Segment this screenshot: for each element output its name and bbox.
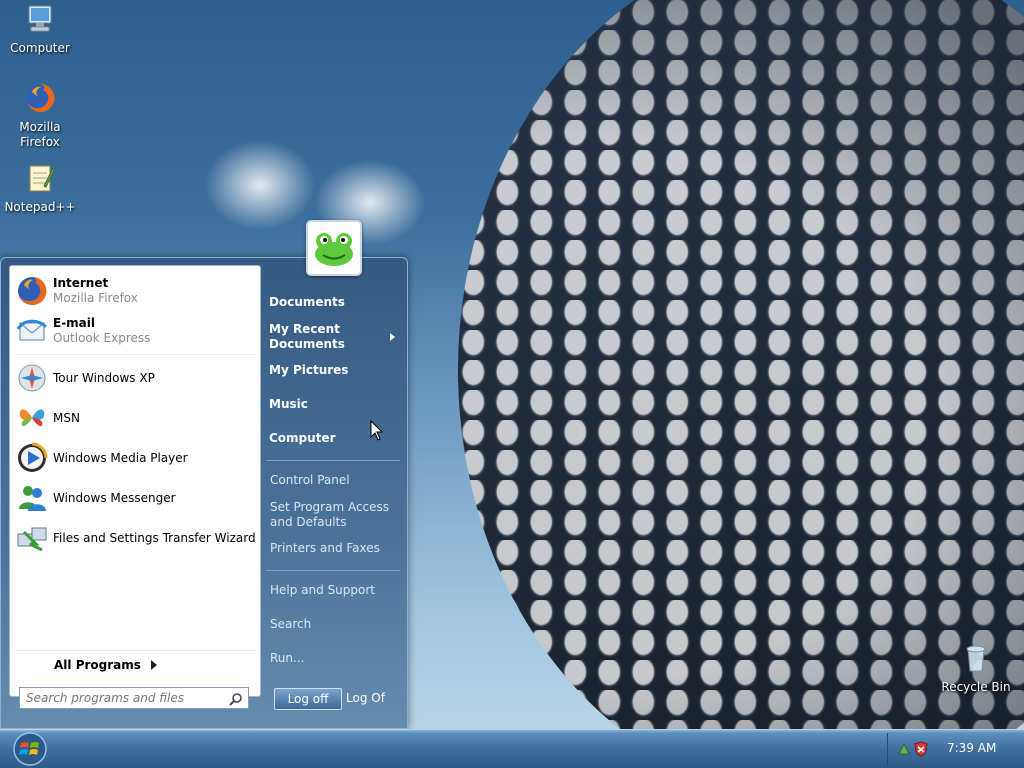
start-link-search[interactable]: Search — [270, 617, 311, 632]
search-input[interactable] — [26, 691, 226, 705]
messenger-icon — [19, 486, 46, 511]
start-link-my-pictures[interactable]: My Pictures — [269, 363, 348, 378]
start-link-label: and Defaults — [270, 515, 347, 529]
start-item-label: E-mail — [53, 316, 96, 330]
log-off-label[interactable]: Log Of — [346, 691, 385, 705]
transfer-wizard-icon — [17, 527, 47, 552]
divider — [266, 460, 400, 461]
start-item-transfer-wizard[interactable]: Files and Settings Transfer Wizard — [16, 520, 256, 556]
start-item-label: Files and Settings Transfer Wizard — [53, 530, 256, 545]
start-item-sublabel: Mozilla Firefox — [53, 291, 138, 305]
firefox-icon — [26, 83, 55, 112]
wallpaper-shade — [458, 0, 1024, 729]
start-item-email[interactable]: E-mail Outlook Express — [16, 313, 256, 349]
start-link-label: Documents — [269, 337, 345, 351]
start-link-set-program-access[interactable]: Set Program Access and Defaults — [270, 500, 389, 530]
desktop-icon-label: Recycle Bin — [941, 680, 1011, 694]
all-programs-button[interactable]: All Programs — [16, 650, 256, 678]
arrow-right-icon — [150, 659, 157, 670]
start-link-printers-faxes[interactable]: Printers and Faxes — [270, 541, 380, 556]
log-off-button[interactable]: Log off — [274, 688, 342, 710]
desktop-icon-label: Computer — [10, 41, 70, 55]
outlook-express-icon — [16, 319, 48, 341]
divider — [266, 570, 400, 571]
search-programs-field[interactable] — [19, 687, 249, 709]
start-item-label: Windows Media Player — [53, 450, 188, 465]
firefox-icon — [18, 276, 47, 305]
msn-butterfly-icon — [19, 409, 45, 427]
taskbar-clock[interactable]: 7:39 AM — [947, 741, 996, 755]
taskbar — [0, 729, 1024, 768]
search-icon — [229, 693, 242, 706]
media-player-icon — [18, 442, 48, 472]
start-item-media-player[interactable]: Windows Media Player — [16, 440, 256, 476]
start-link-help-support[interactable]: Help and Support — [270, 583, 375, 598]
cloud — [205, 140, 315, 230]
desktop-icon-label: Mozilla Firefox — [19, 120, 61, 149]
start-item-label: MSN — [53, 410, 80, 425]
computer-icon — [28, 5, 52, 32]
tour-icon — [18, 364, 46, 392]
start-link-computer[interactable]: Computer — [269, 431, 335, 446]
desktop-icon-computer[interactable]: Computer — [0, 3, 80, 56]
start-menu: Internet Mozilla Firefox E-mail Outlook … — [0, 257, 408, 729]
start-item-sublabel: Outlook Express — [53, 331, 151, 345]
mouse-pointer-icon — [370, 420, 384, 441]
desktop-icon-label: Notepad++ — [4, 200, 76, 214]
start-link-my-recent-documents[interactable]: My Recent Documents — [269, 322, 345, 352]
desktop-icon-firefox[interactable]: Mozilla Firefox — [0, 82, 80, 150]
start-item-internet[interactable]: Internet Mozilla Firefox — [16, 273, 256, 309]
network-icon[interactable] — [897, 742, 911, 756]
start-item-msn[interactable]: MSN — [16, 400, 256, 436]
desktop-icon-recycle-bin[interactable]: Recycle Bin — [936, 642, 1016, 695]
all-programs-label: All Programs — [54, 657, 141, 672]
start-link-documents[interactable]: Documents — [269, 295, 345, 310]
start-link-label: My Recent — [269, 322, 340, 336]
start-link-music[interactable]: Music — [269, 397, 308, 412]
user-picture[interactable] — [306, 220, 362, 276]
arrow-right-icon — [390, 333, 395, 341]
security-shield-icon[interactable] — [914, 741, 928, 757]
recycle-bin-icon — [966, 645, 986, 672]
divider — [16, 354, 256, 355]
start-item-label: Tour Windows XP — [53, 370, 155, 385]
start-item-tour-windows[interactable]: Tour Windows XP — [16, 360, 256, 396]
notepad-icon — [29, 165, 56, 192]
start-link-control-panel[interactable]: Control Panel — [270, 473, 350, 488]
start-item-messenger[interactable]: Windows Messenger — [16, 480, 256, 516]
start-link-label: Set Program Access — [270, 500, 390, 514]
start-menu-programs-pane: Internet Mozilla Firefox E-mail Outlook … — [9, 265, 261, 697]
start-item-label: Internet — [53, 276, 109, 290]
start-item-label: Windows Messenger — [53, 490, 176, 505]
start-link-run[interactable]: Run... — [270, 651, 304, 666]
desktop-icon-notepad[interactable]: Notepad++ — [0, 162, 80, 215]
frog-avatar-icon — [315, 233, 353, 266]
start-orb-button[interactable] — [11, 731, 49, 767]
